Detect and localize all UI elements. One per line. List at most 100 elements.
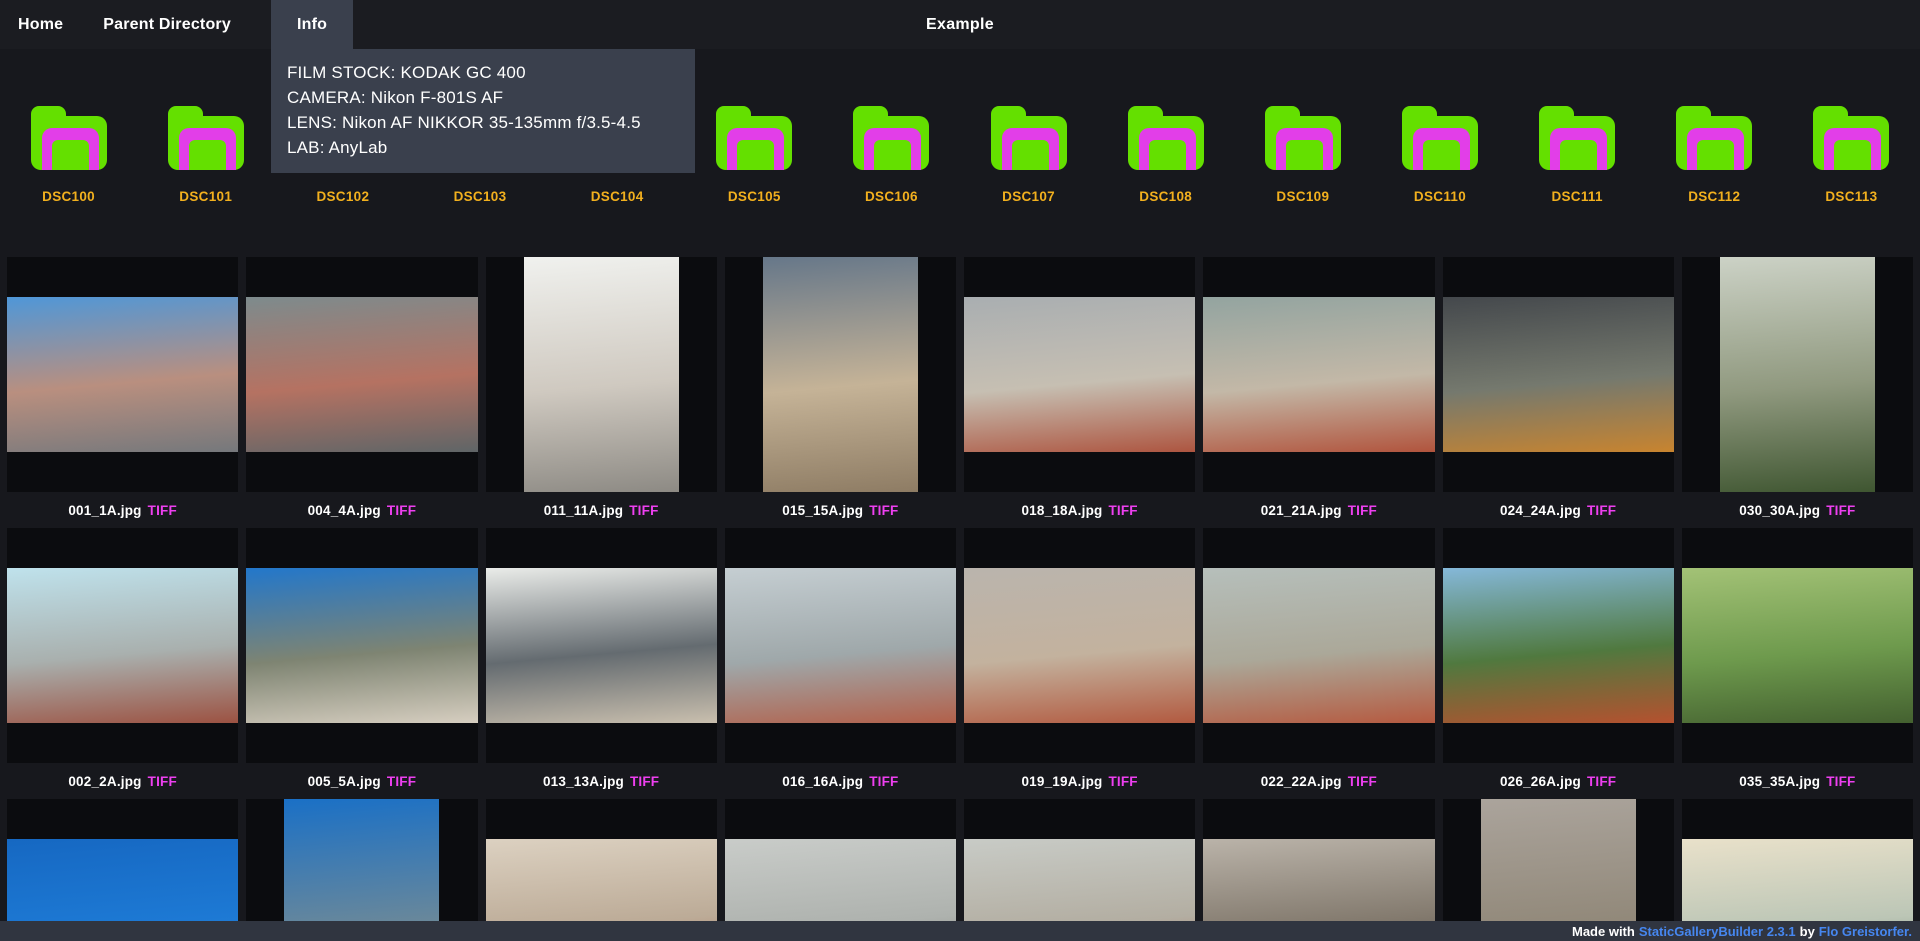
thumbnail-caption: 001_1A.jpg TIFF [7,492,238,528]
folder-link[interactable]: DSC112 [1646,106,1783,204]
thumbnail-link[interactable] [1443,528,1674,763]
folder-icon [853,106,929,170]
folder-link[interactable]: DSC113 [1783,106,1920,204]
tiff-link[interactable]: TIFF [1587,503,1616,518]
thumbnail-link[interactable] [486,257,717,492]
thumbnail-link[interactable] [7,257,238,492]
thumbnail-link[interactable] [1443,257,1674,492]
filename-link[interactable]: 035_35A.jpg [1739,774,1820,789]
image-grid: 001_1A.jpg TIFF 004_4A.jpg TIFF 011_11A.… [0,257,1920,941]
gallery-cell [725,799,956,941]
gallery-cell [7,799,238,941]
thumbnail-link[interactable] [246,528,477,763]
filename-link[interactable]: 001_1A.jpg [68,503,141,518]
tiff-link[interactable]: TIFF [387,503,416,518]
thumbnail-caption: 015_15A.jpg TIFF [725,492,956,528]
thumbnail-link[interactable] [7,528,238,763]
filename-link[interactable]: 024_24A.jpg [1500,503,1581,518]
filename-link[interactable]: 021_21A.jpg [1261,503,1342,518]
tiff-link[interactable]: TIFF [1826,503,1855,518]
thumbnail-link[interactable] [725,528,956,763]
tiff-link[interactable]: TIFF [1826,774,1855,789]
filename-link[interactable]: 019_19A.jpg [1021,774,1102,789]
tiff-link[interactable]: TIFF [1348,503,1377,518]
filename-link[interactable]: 030_30A.jpg [1739,503,1820,518]
gallery-cell: 024_24A.jpg TIFF [1443,257,1674,528]
nav-tab-info[interactable]: Info FILM STOCK: KODAK GC 400 CAMERA: Ni… [271,0,353,49]
tiff-link[interactable]: TIFF [1108,774,1137,789]
thumbnail-link[interactable] [1682,528,1913,763]
folder-label: DSC106 [865,189,918,204]
tiff-link[interactable]: TIFF [869,774,898,789]
footer-author-link[interactable]: Flo Greistorfer. [1819,924,1912,939]
folder-link[interactable]: DSC108 [1097,106,1234,204]
photo-thumbnail [486,568,717,723]
gallery-cell: 019_19A.jpg TIFF [964,528,1195,799]
folder-link[interactable]: DSC111 [1509,106,1646,204]
tiff-link[interactable]: TIFF [869,503,898,518]
tiff-link[interactable]: TIFF [629,503,658,518]
filename-link[interactable]: 004_4A.jpg [308,503,381,518]
thumbnail-link[interactable] [1203,528,1434,763]
tiff-link[interactable]: TIFF [630,774,659,789]
gallery-cell: 001_1A.jpg TIFF [7,257,238,528]
thumbnail-link[interactable] [1443,799,1674,941]
gallery-cell: 002_2A.jpg TIFF [7,528,238,799]
thumbnail-link[interactable] [964,799,1195,941]
tiff-link[interactable]: TIFF [148,774,177,789]
photo-thumbnail [725,568,956,723]
nav-tab-info-label: Info [297,16,327,34]
thumbnail-caption: 022_22A.jpg TIFF [1203,763,1434,799]
gallery-cell: 018_18A.jpg TIFF [964,257,1195,528]
filename-link[interactable]: 022_22A.jpg [1261,774,1342,789]
folder-link[interactable]: DSC105 [686,106,823,204]
thumbnail-link[interactable] [1203,799,1434,941]
thumbnail-link[interactable] [486,799,717,941]
tiff-link[interactable]: TIFF [1348,774,1377,789]
photo-thumbnail [1203,568,1434,723]
thumbnail-caption: 019_19A.jpg TIFF [964,763,1195,799]
gallery-cell: 035_35A.jpg TIFF [1682,528,1913,799]
thumbnail-link[interactable] [725,799,956,941]
photo-thumbnail [1203,297,1434,452]
thumbnail-link[interactable] [964,257,1195,492]
folder-link[interactable]: DSC106 [823,106,960,204]
thumbnail-caption: 011_11A.jpg TIFF [486,492,717,528]
thumbnail-link[interactable] [246,799,477,941]
filename-link[interactable]: 011_11A.jpg [544,503,624,518]
tiff-link[interactable]: TIFF [1587,774,1616,789]
thumbnail-caption: 016_16A.jpg TIFF [725,763,956,799]
thumbnail-link[interactable] [1203,257,1434,492]
gallery-cell: 026_26A.jpg TIFF [1443,528,1674,799]
nav-item-home[interactable]: Home [18,0,63,49]
filename-link[interactable]: 016_16A.jpg [782,774,863,789]
footer-builder-link[interactable]: StaticGalleryBuilder 2.3.1 [1639,924,1796,939]
tiff-link[interactable]: TIFF [1108,503,1137,518]
filename-link[interactable]: 005_5A.jpg [308,774,381,789]
filename-link[interactable]: 013_13A.jpg [543,774,624,789]
tiff-link[interactable]: TIFF [387,774,416,789]
folder-label: DSC105 [728,189,781,204]
filename-link[interactable]: 018_18A.jpg [1021,503,1102,518]
thumbnail-caption: 018_18A.jpg TIFF [964,492,1195,528]
filename-link[interactable]: 026_26A.jpg [1500,774,1581,789]
gallery-cell: 013_13A.jpg TIFF [486,528,717,799]
thumbnail-link[interactable] [246,257,477,492]
folder-link[interactable]: DSC100 [0,106,137,204]
thumbnail-link[interactable] [725,257,956,492]
folder-link[interactable]: DSC107 [960,106,1097,204]
folder-icon [991,106,1067,170]
folder-link[interactable]: DSC110 [1371,106,1508,204]
tiff-link[interactable]: TIFF [148,503,177,518]
thumbnail-link[interactable] [964,528,1195,763]
thumbnail-link[interactable] [1682,799,1913,941]
folder-link[interactable]: DSC109 [1234,106,1371,204]
folder-link[interactable]: DSC101 [137,106,274,204]
filename-link[interactable]: 015_15A.jpg [782,503,863,518]
nav-item-parent-directory[interactable]: Parent Directory [103,0,231,49]
thumbnail-link[interactable] [1682,257,1913,492]
thumbnail-link[interactable] [486,528,717,763]
filename-link[interactable]: 002_2A.jpg [68,774,141,789]
thumbnail-link[interactable] [7,799,238,941]
folder-icon [1265,106,1341,170]
